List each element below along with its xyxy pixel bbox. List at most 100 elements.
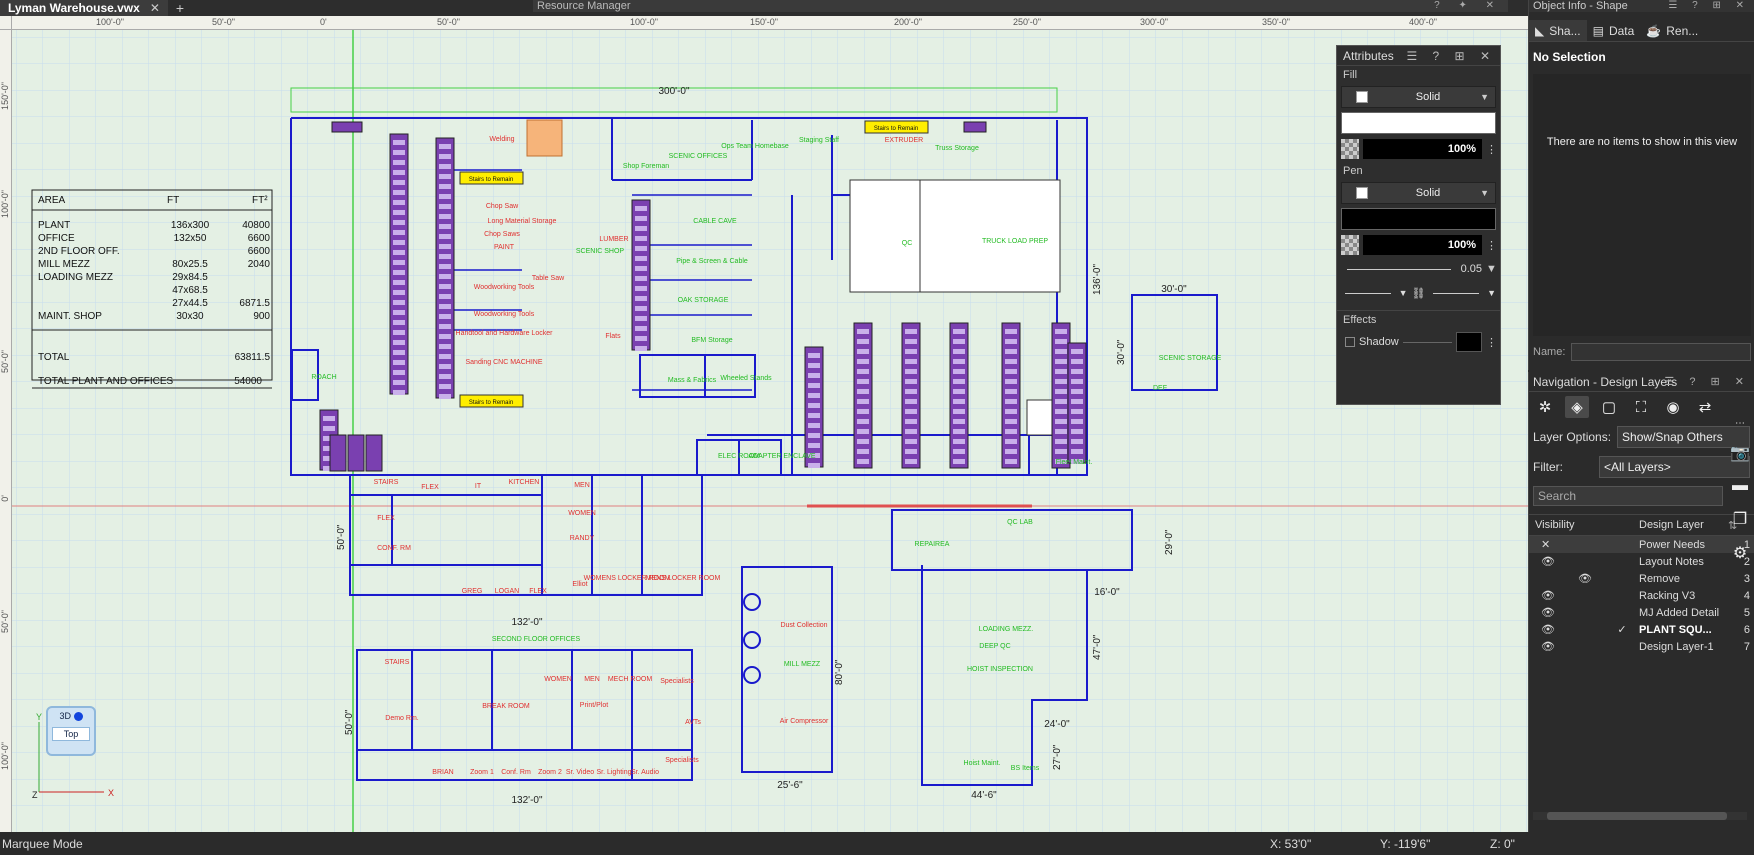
layer-row[interactable]: 👁 ✓ PLANT SQU... 6 bbox=[1529, 621, 1754, 638]
rack[interactable] bbox=[365, 434, 383, 472]
visibility-toggle[interactable]: 👁 bbox=[1529, 589, 1565, 602]
tab-data[interactable]: ▤ Data bbox=[1587, 20, 1641, 41]
tab-render[interactable]: ☕ Ren... bbox=[1640, 20, 1704, 41]
layer-name[interactable]: Design Layer-1 bbox=[1639, 641, 1740, 653]
object-info-palette[interactable]: Object Info - Shape ☰ ? ⊞ ✕ ◣ Sha... ▤ Data… bbox=[1528, 0, 1754, 370]
saved-views-icon[interactable]: ◉ bbox=[1661, 396, 1685, 418]
visibility-toggle[interactable]: 👁 bbox=[1529, 623, 1565, 636]
layer-row[interactable]: 👁 MJ Added Detail 5 bbox=[1529, 604, 1754, 621]
design-layers-icon[interactable]: ◈ bbox=[1565, 396, 1589, 418]
palette-controls-icon[interactable]: ☰ ? ⊞ ✕ bbox=[1664, 372, 1750, 392]
fill-opacity-row[interactable]: 100% ⋮ bbox=[1341, 138, 1497, 160]
references-icon[interactable]: ⇄ bbox=[1693, 396, 1717, 418]
rack-bay bbox=[857, 429, 869, 434]
gear-icon[interactable]: ⚙ bbox=[1733, 543, 1747, 563]
classes-icon[interactable]: ✲ bbox=[1533, 396, 1557, 418]
attributes-palette[interactable]: Attributes ☰ ? ⊞ ✕ Fill Solid ▼ 100% ⋮ Pen… bbox=[1336, 45, 1501, 405]
palette-controls-icon[interactable]: ☰ ? ⊞ ✕ bbox=[1406, 46, 1496, 66]
layer-search-input[interactable]: Search bbox=[1533, 486, 1723, 506]
gray-visibility-toggle[interactable]: 👁 bbox=[1565, 572, 1605, 585]
ruler-origin[interactable] bbox=[0, 16, 12, 30]
rack[interactable] bbox=[963, 121, 987, 133]
line-weight-value[interactable]: 0.05 bbox=[1461, 263, 1482, 275]
vertical-ruler[interactable]: 150'-0" 100'-0" 50'-0" 0' 50'-0" 100'-0" bbox=[0, 30, 12, 832]
layer-row[interactable]: 👁 Racking V3 4 bbox=[1529, 587, 1754, 604]
layer-name[interactable]: Layout Notes bbox=[1639, 556, 1740, 568]
navigation-title-bar[interactable]: Navigation - Design Layers ☰ ? ⊞ ✕ bbox=[1529, 372, 1754, 392]
fill-style-dropdown[interactable]: Solid ▼ bbox=[1341, 86, 1496, 108]
layer-row[interactable]: 👁 Design Layer-1 7 bbox=[1529, 638, 1754, 655]
end-marker[interactable] bbox=[1433, 292, 1480, 294]
attributes-title-bar[interactable]: Attributes ☰ ? ⊞ ✕ bbox=[1337, 46, 1500, 66]
layer-row[interactable]: ✕ Power Needs 1 bbox=[1529, 536, 1754, 553]
unlink-icon[interactable]: ⛓ bbox=[1412, 287, 1426, 300]
shadow-color[interactable] bbox=[1456, 332, 1482, 352]
pen-color-field[interactable] bbox=[1341, 208, 1496, 230]
sheet-layers-icon[interactable]: ▢ bbox=[1597, 396, 1621, 418]
line-weight-row[interactable]: 0.05 ▼ bbox=[1341, 258, 1497, 280]
rack[interactable] bbox=[329, 434, 347, 472]
view-top-button[interactable]: Top bbox=[52, 727, 90, 742]
drawing-canvas[interactable]: AREA FT FT² PLANT 136x300 40800 OFFICE 132x5… bbox=[12, 30, 1528, 832]
fill-opacity-value[interactable]: 100% bbox=[1363, 139, 1482, 159]
horizontal-ruler[interactable]: 100'-0" 50'-0" 0' 50'-0" 100'-0" 150'-0"… bbox=[12, 16, 1528, 30]
rack[interactable] bbox=[331, 121, 363, 133]
palette-controls-icon[interactable]: ☰ ? ⊞ ✕ bbox=[1668, 0, 1750, 12]
rack-bay bbox=[857, 459, 869, 464]
tab-shape[interactable]: ◣ Sha... bbox=[1529, 20, 1587, 41]
scrollbar-thumb[interactable] bbox=[1547, 812, 1727, 820]
chevron-down-icon: ▼ bbox=[1398, 288, 1408, 298]
chevron-down-icon[interactable]: ▼ bbox=[1486, 263, 1497, 275]
layer-name[interactable]: Power Needs bbox=[1639, 539, 1740, 551]
layer-name[interactable]: Remove bbox=[1639, 573, 1740, 585]
close-tab-icon[interactable]: ✕ bbox=[150, 1, 160, 15]
horizontal-scrollbar[interactable] bbox=[1533, 812, 1747, 820]
layer-column-header[interactable]: Design Layer bbox=[1639, 519, 1728, 531]
pen-opacity-row[interactable]: 100% ⋮ bbox=[1341, 234, 1497, 256]
layer-name[interactable]: PLANT SQU... bbox=[1639, 624, 1740, 636]
document-tab[interactable]: Lyman Warehouse.vwx ✕ bbox=[0, 0, 168, 16]
rack[interactable] bbox=[1001, 322, 1021, 469]
start-marker[interactable] bbox=[1345, 292, 1391, 294]
rack[interactable] bbox=[901, 322, 921, 469]
layer-name[interactable]: Racking V3 bbox=[1639, 590, 1740, 602]
visibility-toggle[interactable]: ✕ bbox=[1529, 538, 1565, 551]
rack-bay bbox=[439, 164, 451, 169]
rack[interactable] bbox=[1051, 322, 1071, 469]
visibility-toggle[interactable]: 👁 bbox=[1529, 640, 1565, 653]
shadow-row[interactable]: Shadow ⋮ bbox=[1341, 331, 1497, 353]
pen-style-dropdown[interactable]: Solid ▼ bbox=[1341, 182, 1496, 204]
more-icon[interactable]: ⋮ bbox=[1486, 143, 1497, 156]
navigation-palette[interactable]: Navigation - Design Layers ☰ ? ⊞ ✕ ✲ ◈ ▢ … bbox=[1528, 372, 1754, 832]
rack[interactable] bbox=[949, 322, 969, 469]
viewports-icon[interactable]: ⛶ bbox=[1629, 396, 1653, 418]
more-icon[interactable]: ⋮ bbox=[1486, 336, 1497, 349]
view-cube[interactable]: 3D Top bbox=[46, 706, 96, 756]
rack-bay bbox=[439, 324, 451, 329]
layer-name[interactable]: MJ Added Detail bbox=[1639, 607, 1740, 619]
resource-manager-bar[interactable]: Resource Manager ? ✦ ✕ bbox=[533, 0, 1508, 12]
visibility-toggle[interactable]: 👁 bbox=[1529, 606, 1565, 619]
rack[interactable] bbox=[347, 434, 365, 472]
pen-opacity-value[interactable]: 100% bbox=[1363, 235, 1482, 255]
visibility-column-header[interactable]: Visibility bbox=[1529, 519, 1639, 531]
camera-icon[interactable]: 📷 bbox=[1730, 443, 1750, 463]
layer-row[interactable]: 👁 Layout Notes 2 bbox=[1529, 553, 1754, 570]
more-icon[interactable]: ⋮ bbox=[1486, 239, 1497, 252]
layer-row[interactable]: 👁 Remove 3 bbox=[1529, 570, 1754, 587]
add-tab-button[interactable]: + bbox=[176, 0, 184, 16]
rack[interactable] bbox=[853, 322, 873, 469]
rack-bay bbox=[635, 246, 647, 251]
line-ends-row[interactable]: ▼ ⛓ ▼ bbox=[1341, 282, 1496, 304]
active-layer-check[interactable]: ✓ bbox=[1605, 623, 1639, 636]
name-input[interactable] bbox=[1571, 343, 1751, 361]
more-tools-icon[interactable]: ⋯ bbox=[1735, 418, 1745, 429]
pages-icon[interactable]: ❐ bbox=[1733, 509, 1747, 529]
fill-color-field[interactable] bbox=[1341, 112, 1496, 134]
shadow-checkbox[interactable] bbox=[1345, 337, 1355, 347]
visibility-toggle[interactable]: 👁 bbox=[1529, 555, 1565, 568]
object-info-title-bar[interactable]: Object Info - Shape ☰ ? ⊞ ✕ bbox=[1529, 0, 1754, 12]
view-3d-label[interactable]: 3D bbox=[48, 711, 94, 722]
video-icon[interactable]: ▬ bbox=[1732, 477, 1748, 495]
resource-manager-controls[interactable]: ? ✦ ✕ bbox=[1434, 0, 1502, 12]
